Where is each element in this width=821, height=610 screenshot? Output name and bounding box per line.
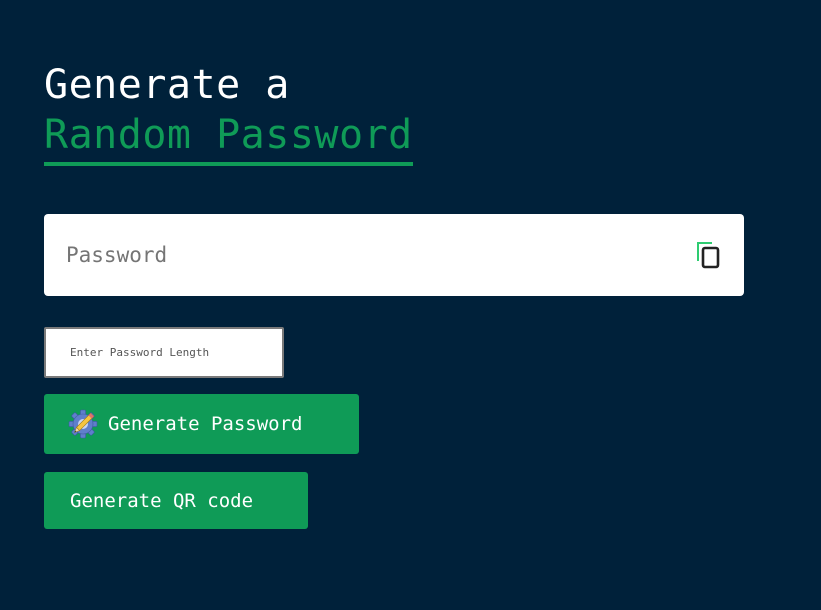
page-title: Generate a Random Password	[44, 60, 744, 166]
password-length-input[interactable]	[44, 327, 284, 378]
title-line-1: Generate a	[44, 62, 290, 108]
copy-icon[interactable]	[696, 241, 722, 269]
generate-qr-label: Generate QR code	[70, 489, 254, 512]
password-output-field[interactable]	[44, 214, 664, 296]
generate-password-button[interactable]: Generate Password	[44, 394, 359, 454]
gear-pencil-icon	[68, 409, 98, 439]
generate-qr-button[interactable]: Generate QR code	[44, 472, 308, 529]
generator-panel: Generate a Random Password Password Ente…	[44, 60, 744, 529]
generate-password-label: Generate Password	[108, 413, 303, 435]
title-line-2: Random Password	[44, 110, 413, 166]
password-output-box	[44, 214, 744, 296]
